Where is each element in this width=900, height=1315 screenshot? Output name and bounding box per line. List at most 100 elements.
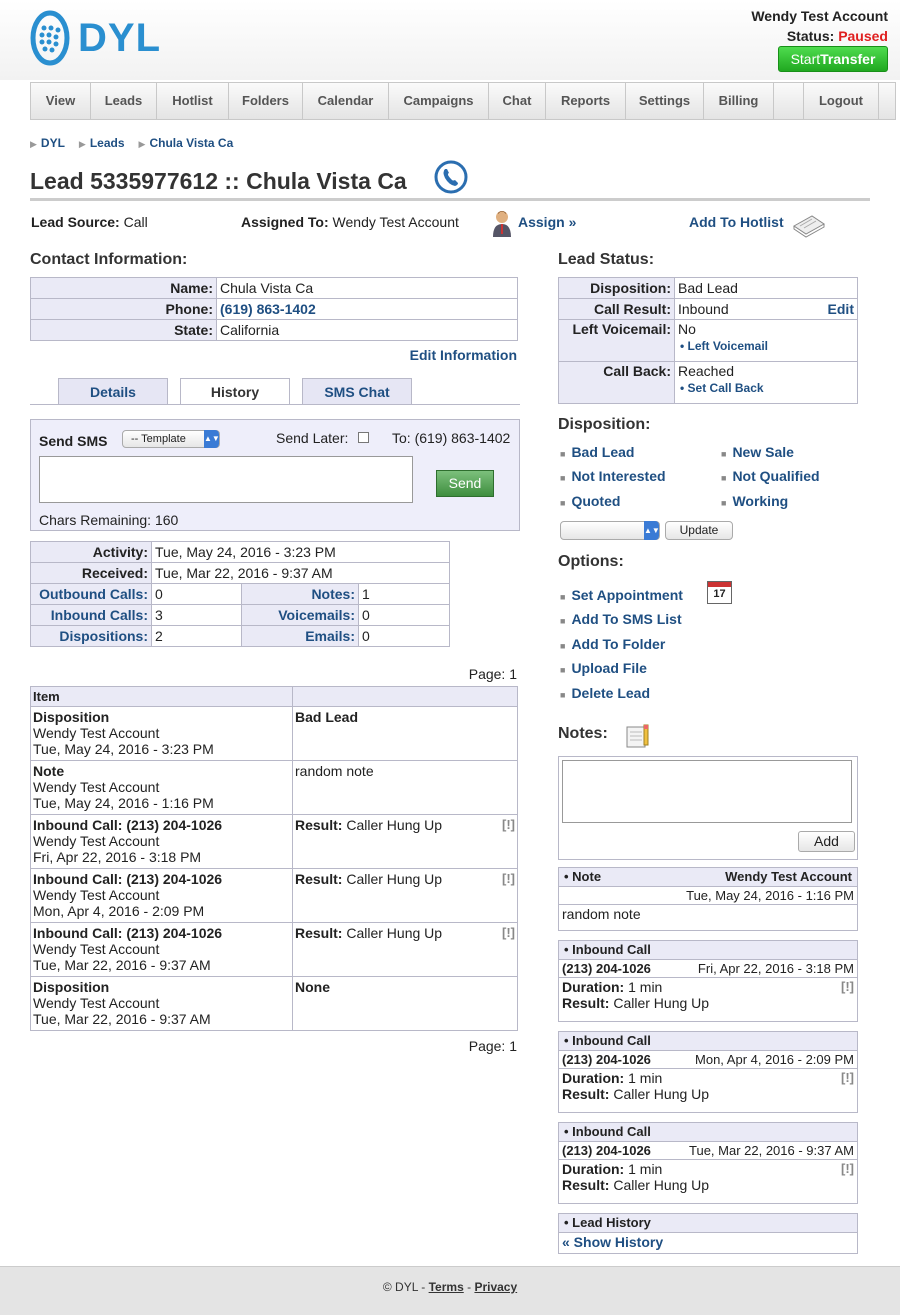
- start-transfer-button[interactable]: StartTransfer: [778, 46, 888, 72]
- send-button[interactable]: Send: [436, 470, 494, 497]
- history-item-cell: Disposition Wendy Test Account Tue, Mar 22…: [30, 976, 293, 1031]
- flag-icon[interactable]: [!]: [502, 925, 515, 940]
- page-indicator-top: Page: 1: [468, 666, 517, 682]
- left-voicemail-link[interactable]: • Left Voicemail: [678, 339, 768, 353]
- account-name: Wendy Test Account: [751, 8, 888, 24]
- inbound-call-entry: • Inbound Call (213) 204-1026 Mon, Apr 4, …: [558, 1031, 858, 1113]
- call-entry-duration-label: Duration:: [562, 1161, 625, 1177]
- history-item-date: Tue, Mar 22, 2016 - 9:37 AM: [33, 1011, 211, 1027]
- disposition-not-interested[interactable]: Not Interested: [571, 468, 665, 484]
- upload-file-link[interactable]: Upload File: [571, 660, 646, 676]
- call-result-edit-link[interactable]: Edit: [828, 301, 854, 317]
- history-item-cell: Inbound Call: (213) 204-1026 Wendy Test A…: [30, 922, 293, 977]
- add-to-sms-list-link[interactable]: Add To SMS List: [571, 611, 681, 627]
- disposition-working[interactable]: Working: [732, 493, 788, 509]
- voicemails-link[interactable]: Voicemails:: [278, 607, 355, 623]
- add-to-hotlist-link[interactable]: Add To Hotlist: [689, 214, 784, 230]
- disposition-not-qualified[interactable]: Not Qualified: [732, 468, 819, 484]
- logo[interactable]: DYL: [30, 10, 161, 66]
- notes-count-value: 1: [358, 583, 450, 605]
- add-note-button[interactable]: Add: [798, 831, 855, 852]
- bullet-icon: ■: [560, 592, 566, 602]
- tab-history[interactable]: History: [180, 378, 290, 405]
- disposition-quoted[interactable]: Quoted: [571, 493, 620, 509]
- nav-billing[interactable]: Billing: [704, 83, 774, 119]
- notepad-icon: [625, 724, 649, 748]
- send-later-checkbox[interactable]: [358, 432, 369, 443]
- history-result-cell: None: [292, 976, 518, 1031]
- privacy-link[interactable]: Privacy: [474, 1280, 517, 1294]
- sms-message-input[interactable]: [39, 456, 413, 503]
- assign-link[interactable]: Assign »: [518, 214, 576, 230]
- add-to-folder-link[interactable]: Add To Folder: [571, 636, 665, 652]
- nav-hotlist[interactable]: Hotlist: [157, 83, 229, 119]
- history-item-title: Inbound Call: (213) 204-1026: [33, 871, 223, 887]
- bullet-icon: ■: [560, 665, 566, 675]
- disposition-select[interactable]: ▲▼: [560, 521, 660, 540]
- flag-icon[interactable]: [!]: [841, 1070, 854, 1086]
- lead-history-title: • Lead History: [559, 1214, 857, 1233]
- history-item-date: Tue, May 24, 2016 - 3:23 PM: [33, 741, 214, 757]
- person-icon: [492, 210, 512, 241]
- history-result-cell: Result: Caller Hung Up [!]: [292, 922, 518, 977]
- history-item-title: Inbound Call: (213) 204-1026: [33, 925, 223, 941]
- breadcrumb-leads[interactable]: Leads: [90, 136, 125, 150]
- set-call-back-link[interactable]: • Set Call Back: [678, 381, 764, 395]
- nav-leads[interactable]: Leads: [91, 83, 157, 119]
- inbound-calls-link[interactable]: Inbound Calls:: [51, 607, 148, 623]
- breadcrumb-lead[interactable]: Chula Vista Ca: [149, 136, 233, 150]
- note-entry: • Note Wendy Test Account Tue, May 24, 20…: [558, 867, 858, 931]
- name-label: Name:: [30, 277, 217, 299]
- disposition-bad-lead[interactable]: Bad Lead: [571, 444, 634, 460]
- nav-view[interactable]: View: [31, 83, 91, 119]
- hotlist-icon[interactable]: [792, 212, 826, 241]
- phone-value-link[interactable]: (619) 863-1402: [220, 301, 316, 317]
- nav-reports[interactable]: Reports: [546, 83, 626, 119]
- history-col-blank: [292, 686, 518, 707]
- nav-logout[interactable]: Logout: [804, 83, 879, 119]
- history-result-value: Caller Hung Up: [346, 871, 443, 887]
- assigned-value: Wendy Test Account: [332, 214, 459, 230]
- tab-details[interactable]: Details: [58, 378, 168, 404]
- outbound-calls-link[interactable]: Outbound Calls:: [39, 586, 148, 602]
- call-entry-duration: 1 min: [628, 1161, 663, 1177]
- calendar-icon[interactable]: 17: [707, 581, 732, 604]
- template-select[interactable]: -- Template ▲▼: [122, 430, 220, 448]
- history-item-user: Wendy Test Account: [33, 995, 160, 1011]
- nav-campaigns[interactable]: Campaigns: [389, 83, 489, 119]
- send-sms-label: Send SMS: [39, 433, 108, 449]
- flag-icon[interactable]: [!]: [841, 979, 854, 995]
- history-result-label: Result:: [295, 925, 343, 941]
- terms-link[interactable]: Terms: [429, 1280, 464, 1294]
- show-history-link[interactable]: « Show History: [562, 1234, 663, 1250]
- history-item-user: Wendy Test Account: [33, 833, 160, 849]
- history-row: Disposition Wendy Test Account Tue, May 24…: [30, 706, 518, 761]
- call-result-value: Inbound: [678, 301, 729, 317]
- nav-calendar[interactable]: Calendar: [303, 83, 389, 119]
- call-back-label: Call Back:: [558, 361, 675, 404]
- note-input[interactable]: [562, 760, 852, 823]
- breadcrumb-dyl[interactable]: DYL: [41, 136, 65, 150]
- voicemails-value: 0: [358, 604, 450, 626]
- flag-icon[interactable]: [!]: [502, 871, 515, 886]
- disposition-new-sale[interactable]: New Sale: [732, 444, 793, 460]
- flag-icon[interactable]: [!]: [841, 1161, 854, 1177]
- calendar-icon-day: 17: [713, 588, 726, 600]
- update-button[interactable]: Update: [665, 521, 733, 540]
- delete-lead-link[interactable]: Delete Lead: [571, 685, 650, 701]
- emails-link[interactable]: Emails:: [305, 628, 355, 644]
- set-appointment-link[interactable]: Set Appointment: [571, 587, 682, 603]
- dispositions-link[interactable]: Dispositions:: [59, 628, 148, 644]
- notes-link[interactable]: Notes:: [311, 586, 355, 602]
- bullet-icon: ■: [721, 498, 727, 508]
- nav-settings[interactable]: Settings: [626, 83, 704, 119]
- history-item-title: Note: [33, 763, 65, 779]
- send-later-label: Send Later:: [276, 430, 349, 446]
- call-phone-icon[interactable]: [434, 160, 468, 197]
- tab-sms-chat[interactable]: SMS Chat: [302, 378, 412, 404]
- flag-icon[interactable]: [!]: [502, 817, 515, 832]
- nav-folders[interactable]: Folders: [229, 83, 303, 119]
- call-entry-result: Caller Hung Up: [613, 1086, 710, 1102]
- nav-chat[interactable]: Chat: [489, 83, 546, 119]
- edit-information-link[interactable]: Edit Information: [410, 347, 517, 363]
